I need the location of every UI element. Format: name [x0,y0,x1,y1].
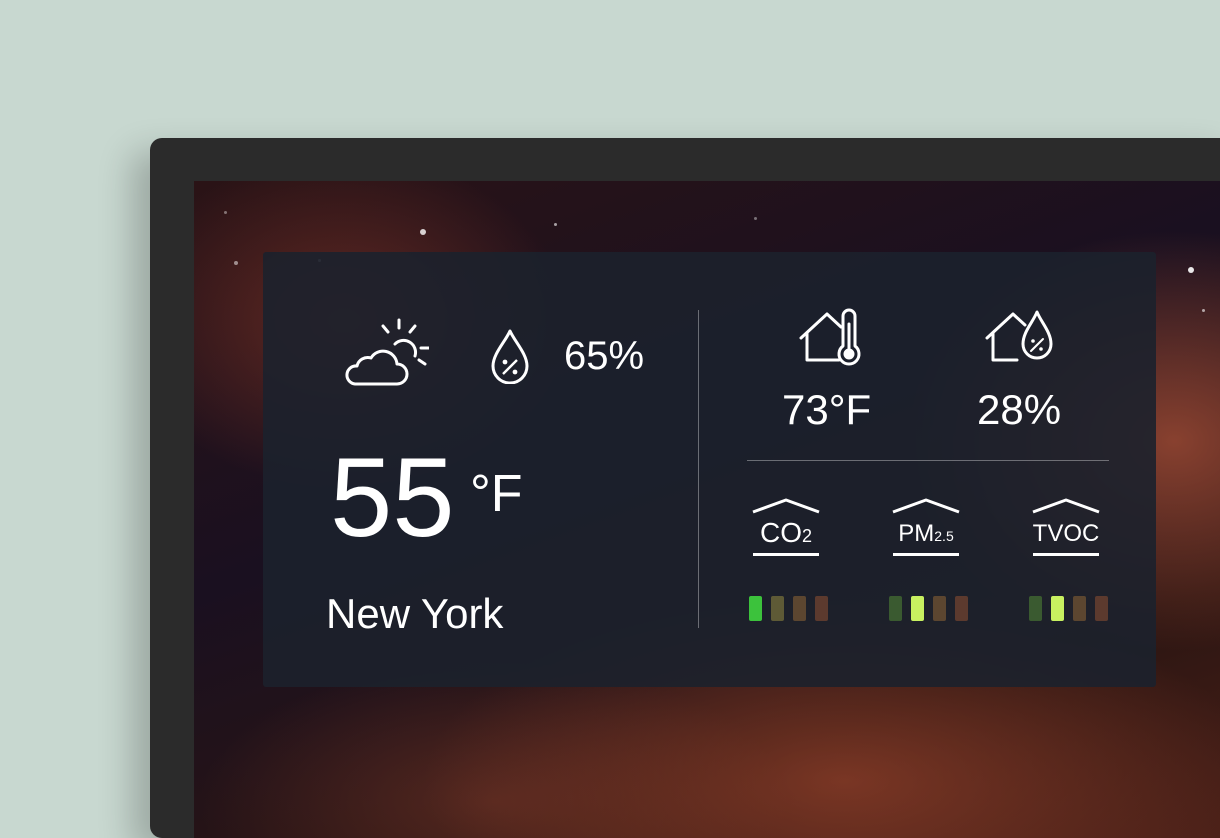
tvoc-bar-3 [1073,596,1086,621]
temperature-unit: °F [470,465,523,523]
co2-house-roof-icon [752,498,820,514]
outdoor-temperature-value: 55 [330,435,455,560]
pm25-bar-3 [933,596,946,621]
pm25-label: PM2.5 [886,520,966,548]
tvoc-level-bars [1029,596,1108,621]
co2-label-text: CO [759,517,802,548]
pm25-bar-4 [955,596,968,621]
co2-bar-4 [815,596,828,621]
weather-widget: 65% 55 °F New York 73°F 28% CO2 PM2.5 TV… [263,252,1156,687]
co2-bar-3 [793,596,806,621]
indoor-temperature-value: 73°F [782,386,872,433]
co2-bar-2 [771,596,784,621]
pm25-bar-2 [911,596,924,621]
tvoc-bar-4 [1095,596,1108,621]
humidity-drop-icon [491,329,529,384]
tvoc-house-roof-icon [1032,498,1100,514]
tvoc-label: TVOC [1026,520,1106,548]
outdoor-humidity-value: 65% [564,334,645,378]
city-name: New York [326,590,504,637]
pm25-level-bars [889,596,968,621]
co2-bar-1 [749,596,762,621]
vertical-divider [698,310,699,628]
house-humidity-icon [985,310,1053,362]
tvoc-label-text: TVOC [1032,520,1100,547]
screen: 65% 55 °F New York 73°F 28% CO2 PM2.5 TV… [194,181,1220,838]
pm25-label-text: PM [898,520,935,547]
co2-underline [753,553,819,556]
tvoc-bar-2 [1051,596,1064,621]
pm25-bar-1 [889,596,902,621]
co2-level-bars [749,596,828,621]
cloud-sun-icon [345,318,429,386]
house-thermometer-icon [799,308,861,366]
pm25-underline [893,553,959,556]
monitor-bezel: 65% 55 °F New York 73°F 28% CO2 PM2.5 TV… [150,138,1220,838]
pm25-house-roof-icon [892,498,960,514]
indoor-humidity-value: 28% [977,386,1062,433]
co2-subscript: 2 [801,526,812,546]
horizontal-divider [747,460,1109,461]
tvoc-bar-1 [1029,596,1042,621]
tvoc-underline [1033,553,1099,556]
co2-label: CO2 [746,517,826,549]
pm25-subscript: 2.5 [934,528,954,544]
